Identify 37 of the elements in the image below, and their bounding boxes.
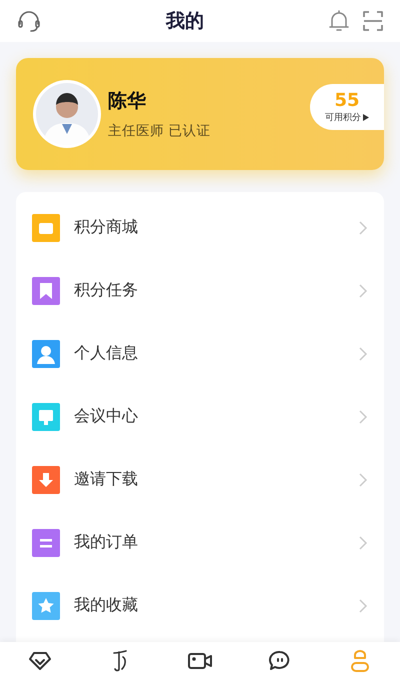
menu-label: 会议中心 — [74, 406, 139, 427]
chevron-icon — [358, 282, 368, 298]
points-label: 可用积分 — [325, 111, 369, 124]
profile-card[interactable]: 陈华 主任医师 已认证 55 可用积分 — [16, 58, 384, 170]
diamond-icon — [28, 650, 52, 672]
menu-item[interactable]: 会议中心 — [16, 385, 384, 448]
video-camera-icon — [187, 651, 213, 671]
menu-label: 个人信息 — [74, 343, 139, 364]
chevron-icon — [358, 534, 368, 550]
menu-label: 积分商城 — [74, 217, 139, 238]
menu-item[interactable]: 我的订单 — [16, 511, 384, 574]
person-icon — [349, 649, 371, 673]
points-badge[interactable]: 55 可用积分 — [310, 84, 384, 130]
chevron-icon — [358, 408, 368, 424]
menu-item[interactable]: 积分任务 — [16, 259, 384, 322]
chevron-icon — [358, 220, 368, 236]
menu-item[interactable]: 积分商城 — [16, 196, 384, 259]
headset-icon[interactable] — [16, 9, 42, 33]
avatar — [32, 79, 102, 149]
chevron-icon — [358, 346, 368, 362]
bell-icon[interactable] — [328, 9, 350, 33]
menu-label: 我的收藏 — [74, 595, 139, 616]
chevron-icon — [358, 472, 368, 488]
chat-bubble-icon — [268, 649, 292, 673]
scan-icon[interactable] — [362, 10, 384, 32]
menu-label: 我的订单 — [74, 532, 139, 553]
page-title: 我的 — [166, 9, 204, 34]
points-value: 55 — [334, 90, 360, 111]
menu-item[interactable]: 邀请下载 — [16, 448, 384, 511]
user-name: 陈华 — [108, 89, 147, 114]
chevron-icon — [358, 598, 368, 614]
menu-item[interactable]: 个人信息 — [16, 322, 384, 385]
menu-label: 邀请下载 — [74, 469, 139, 490]
menu-item[interactable]: 我的收藏 — [16, 574, 384, 637]
triangle-icon — [363, 114, 369, 121]
menu-label: 积分任务 — [74, 280, 139, 301]
user-title: 主任医师 已认证 — [108, 122, 212, 140]
